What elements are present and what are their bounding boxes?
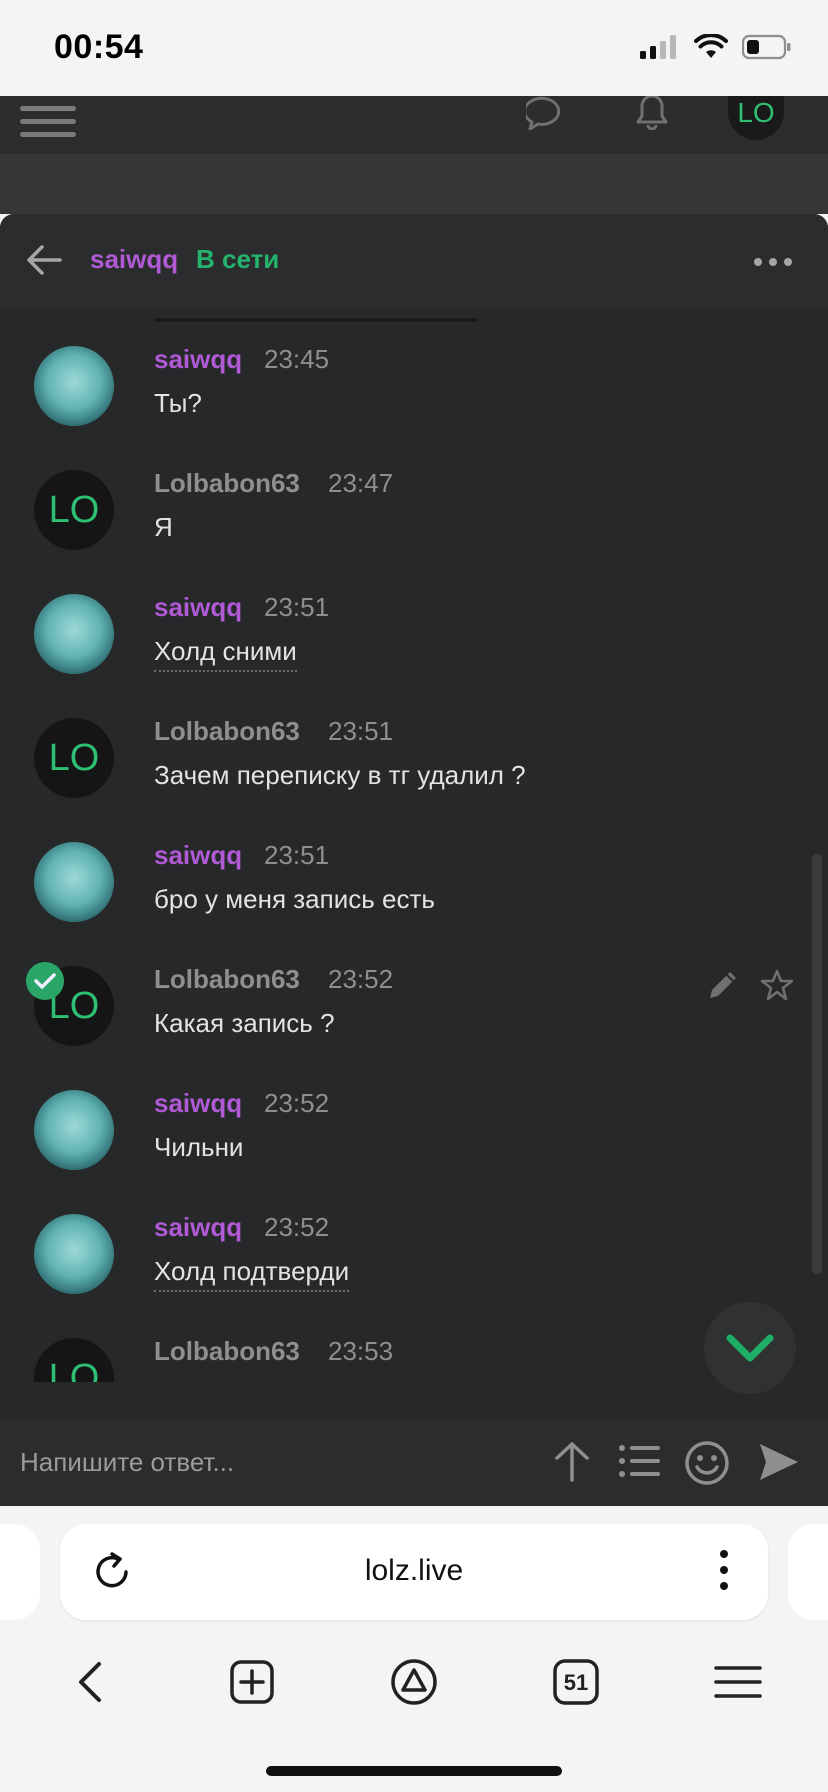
message-time: 23:45: [264, 344, 330, 374]
message-author[interactable]: Lolbabon63: [154, 468, 300, 499]
message-time: 23:47: [328, 468, 394, 498]
browser-nav: 51: [0, 1652, 828, 1712]
divider: [154, 318, 478, 322]
message-author[interactable]: saiwqq: [154, 1212, 242, 1243]
chat-username[interactable]: saiwqq: [90, 244, 178, 275]
alice-assistant-button[interactable]: [384, 1652, 444, 1712]
message-text: Холд сними: [154, 636, 297, 672]
message-text: Какая запись ?: [154, 1008, 335, 1038]
message-text-span: Холд сними: [154, 636, 297, 672]
tabs-count-icon: 51: [553, 1659, 599, 1705]
chat-panel: saiwqq В сети saiwqq 23:45 Ты? LO Lolbab…: [0, 214, 828, 1506]
browser-menu-button[interactable]: [708, 1652, 768, 1712]
message-text: Я: [154, 512, 173, 542]
plus-square-icon: [230, 1660, 274, 1704]
reply-composer: [0, 1418, 828, 1506]
message-text-span: Холд подтверди: [154, 1256, 350, 1292]
message-author[interactable]: Lolbabon63: [154, 964, 300, 995]
message-time: 23:51: [328, 716, 394, 746]
chevron-left-icon: [79, 1662, 101, 1702]
chat-header: saiwqq В сети: [0, 214, 828, 310]
message-author[interactable]: saiwqq: [154, 1088, 242, 1119]
message-text: Холд подтверди: [154, 1256, 350, 1292]
scrollbar[interactable]: [812, 854, 822, 1274]
message-author[interactable]: Lolbabon63: [154, 1336, 300, 1367]
message-item: saiwqq 23:45 Ты?: [0, 324, 828, 448]
avatar[interactable]: LO: [34, 470, 114, 550]
message-item: saiwqq 23:51 Холд сними: [0, 572, 828, 696]
chat-bubble-icon[interactable]: [526, 96, 568, 130]
bell-icon[interactable]: [632, 96, 672, 130]
message-item: saiwqq 23:52 Холд подтверди: [0, 1192, 828, 1316]
tab-count: 51: [564, 1670, 588, 1695]
page-background-band: [0, 154, 828, 214]
message-author[interactable]: Lolbabon63: [154, 716, 300, 747]
message-time: 23:52: [328, 964, 394, 994]
send-icon[interactable]: [756, 1440, 800, 1484]
more-options-icon[interactable]: [754, 258, 792, 266]
message-time: 23:52: [264, 1088, 330, 1118]
avatar[interactable]: [34, 346, 114, 426]
list-icon[interactable]: [618, 1440, 662, 1482]
message-text: Зачем переписку в тг удалил ?: [154, 760, 526, 790]
message-time: 23:52: [264, 1212, 330, 1242]
assistant-icon: [391, 1659, 437, 1705]
avatar[interactable]: [34, 1214, 114, 1294]
home-indicator: [266, 1766, 562, 1776]
user-avatar[interactable]: LO: [728, 96, 784, 140]
browser-chrome: lolz.live 51: [0, 1506, 828, 1792]
site-header: LO: [0, 96, 828, 154]
message-item: saiwqq 23:52 Чильни: [0, 1068, 828, 1192]
emoji-icon[interactable]: [684, 1440, 730, 1486]
message-item: LO Lolbabon63 23:47 Я: [0, 448, 828, 572]
back-arrow-icon[interactable]: [26, 244, 62, 276]
avatar[interactable]: LO: [34, 1338, 114, 1382]
message-actions: [706, 968, 794, 1002]
selected-check-icon[interactable]: [26, 962, 64, 1000]
message-time: 23:53: [328, 1336, 394, 1366]
avatar[interactable]: [34, 1090, 114, 1170]
browser-menu-icon[interactable]: [720, 1550, 728, 1590]
online-status: В сети: [196, 244, 280, 274]
reply-input[interactable]: [20, 1444, 520, 1480]
message-item: LO Lolbabon63 23:51 Зачем переписку в тг…: [0, 696, 828, 820]
back-button[interactable]: [60, 1652, 120, 1712]
wifi-icon: [694, 34, 728, 58]
message-item-selected[interactable]: LO Lolbabon63 23:52 Какая запись ?: [0, 944, 828, 1068]
previous-tab-preview[interactable]: [0, 1524, 40, 1620]
menu-icon[interactable]: [20, 106, 76, 137]
message-author[interactable]: saiwqq: [154, 840, 242, 871]
message-author[interactable]: saiwqq: [154, 592, 242, 623]
avatar[interactable]: [34, 842, 114, 922]
scroll-to-bottom-button[interactable]: [704, 1302, 796, 1394]
tabs-button[interactable]: 51: [546, 1652, 606, 1712]
url-text[interactable]: lolz.live: [60, 1554, 768, 1588]
address-bar[interactable]: lolz.live: [60, 1524, 768, 1620]
message-text: Ты?: [154, 388, 202, 418]
message-time: 23:51: [264, 592, 330, 622]
avatar[interactable]: [34, 594, 114, 674]
message-list: saiwqq 23:45 Ты? LO Lolbabon63 23:47 Я s…: [0, 324, 828, 1382]
upload-arrow-icon[interactable]: [552, 1440, 592, 1482]
chevron-down-icon: [726, 1334, 774, 1362]
pencil-edit-icon[interactable]: [706, 968, 740, 1002]
status-icons: [640, 34, 792, 60]
message-item: saiwqq 23:51 бро у меня запись есть: [0, 820, 828, 944]
next-tab-preview[interactable]: [788, 1524, 828, 1620]
signal-icon: [640, 35, 676, 59]
message-text: бро у меня запись есть: [154, 884, 435, 914]
star-icon[interactable]: [760, 968, 794, 1002]
new-tab-button[interactable]: [222, 1652, 282, 1712]
message-time: 23:51: [264, 840, 330, 870]
status-bar: 00:54: [0, 0, 828, 96]
battery-icon: [742, 34, 791, 60]
status-time: 00:54: [54, 28, 144, 66]
hamburger-icon: [714, 1666, 762, 1698]
avatar[interactable]: LO: [34, 718, 114, 798]
message-text: Чильни: [154, 1132, 244, 1162]
message-author[interactable]: saiwqq: [154, 344, 242, 375]
